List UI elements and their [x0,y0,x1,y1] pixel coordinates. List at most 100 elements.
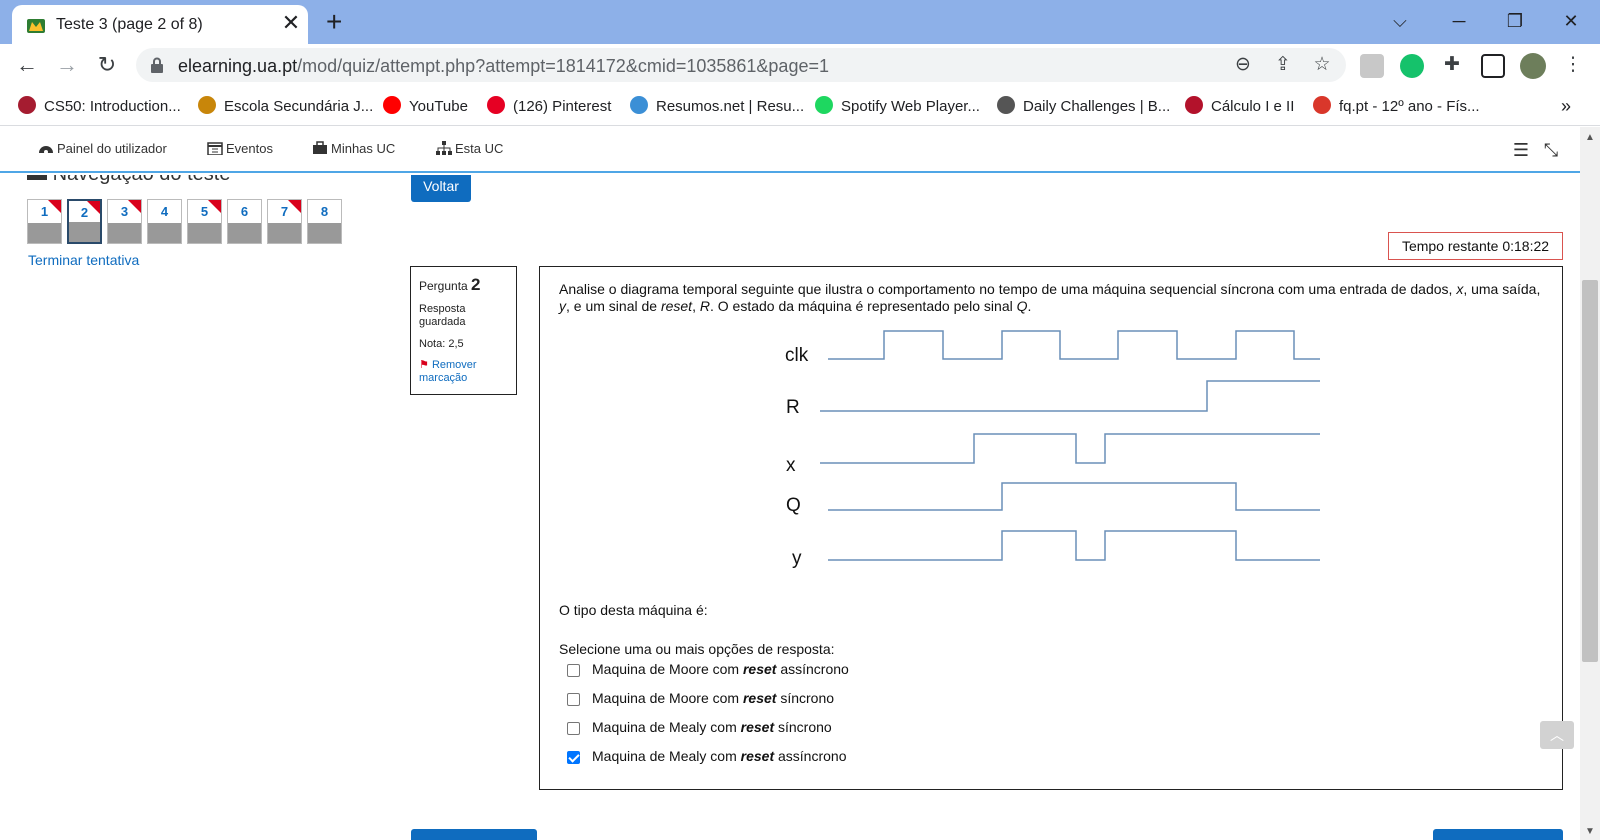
bookmark-label: Spotify Web Player... [841,98,980,115]
answer-checkbox[interactable] [567,751,580,764]
nav-events-label: Eventos [226,141,273,156]
bookmark-label: (126) Pinterest [513,98,612,115]
bookmark-item[interactable]: Resumos.net | Resu... [630,96,804,116]
bookmark-item[interactable]: Cálculo I e II [1185,96,1294,116]
bookmark-item[interactable]: Escola Secundária J... [198,96,373,116]
minimize-icon[interactable]: ─ [1444,6,1474,36]
question-number-value: 2 [471,275,481,294]
nav-dashboard-label: Painel do utilizador [57,141,167,156]
back-to-top-button[interactable]: ︿ [1540,721,1574,749]
bookmark-star-icon[interactable]: ☆ [1311,54,1333,76]
flag-icon: ⚑ [419,359,429,371]
quiz-nav-button[interactable]: 8 [307,199,342,244]
finish-attempt-link[interactable]: Terminar tentativa [28,252,139,268]
bookmark-item[interactable]: Spotify Web Player... [815,96,980,116]
waveform-q [828,482,1320,511]
zoom-out-icon[interactable]: ⊖ [1232,54,1254,76]
block-drawer-icon[interactable]: ☰ [1510,139,1532,161]
share-icon[interactable]: ⇪ [1272,54,1294,76]
answer-label-part: Maquina de Mealy com [592,719,741,735]
grammarly-icon[interactable] [1400,54,1424,78]
arrow-up-icon: ︿ [1550,727,1564,743]
waveform-clk [828,330,1320,360]
bookmark-favicon-icon [997,96,1015,114]
quiz-page: ▬ Navegação do teste 12345678 Terminar t… [0,175,1580,840]
quiz-nav-number: 6 [240,204,249,219]
browser-toolbar: ← → ↻ elearning.ua.pt/mod/quiz/attempt.p… [0,44,1600,86]
quiz-nav-button[interactable]: 7 [267,199,302,244]
bookmarks-overflow-icon[interactable]: » [1561,96,1571,116]
back-arrow-icon[interactable]: ← [12,50,42,80]
quiz-navigation-title: ▬ Navegação do teste [27,175,230,186]
quiz-nav-button[interactable]: 1 [27,199,62,244]
quiz-nav-button[interactable]: 5 [187,199,222,244]
question-content: Analise o diagrama temporal seguinte que… [539,266,1563,790]
profile-avatar[interactable] [1520,53,1546,79]
bookmark-favicon-icon [383,96,401,114]
answer-label: Maquina de Moore com reset síncrono [592,688,834,708]
new-tab-button[interactable]: + [326,8,342,36]
browser-tab[interactable]: Teste 3 (page 2 of 8) ✕ [12,5,308,44]
address-bar[interactable]: elearning.ua.pt/mod/quiz/attempt.php?att… [136,48,1346,82]
more-menu-icon[interactable]: ⋮ [1562,54,1584,76]
quiz-nav-button[interactable]: 6 [227,199,262,244]
quiz-navigation-title-text: Navegação do teste [53,175,231,185]
answer-checkbox[interactable] [567,664,580,677]
quiz-nav-button[interactable]: 2 [67,199,102,244]
lock-icon [151,57,163,73]
answer-label-part: assíncrono [776,661,849,677]
extension-icon[interactable] [1360,54,1384,78]
reload-icon[interactable]: ↻ [92,50,122,80]
bookmark-label: Daily Challenges | B... [1023,98,1171,115]
nav-dashboard[interactable]: Painel do utilizador [38,141,167,156]
scroll-down-icon[interactable]: ▼ [1582,826,1598,840]
quiz-nav-status [69,222,100,242]
flag-corner-icon [128,200,141,213]
quiz-nav-status [268,223,301,243]
quiz-nav-button[interactable]: 3 [107,199,142,244]
flag-corner-icon [208,200,221,213]
moodle-navbar: Painel do utilizador Eventos Minhas UC E… [0,127,1580,173]
question-text-part: Analise o diagrama temporal seguinte que… [559,281,1457,297]
bookmark-item[interactable]: CS50: Introduction... [18,96,181,116]
sitemap-icon [436,141,452,155]
answer-label: Maquina de Moore com reset assíncrono [592,659,849,679]
answer-checkbox[interactable] [567,693,580,706]
bookmark-item[interactable]: fq.pt - 12º ano - Fís... [1313,96,1480,116]
scrollbar-thumb[interactable] [1582,280,1598,662]
bookmark-favicon-icon [815,96,833,114]
back-button[interactable]: Voltar [411,175,471,202]
quiz-nav-button[interactable]: 4 [147,199,182,244]
remove-flag-link[interactable]: ⚑ Remover marcação [419,359,508,385]
question-text-var: Q [1016,298,1028,314]
bookmark-favicon-icon [18,96,36,114]
dashboard-icon [39,146,53,154]
next-page-button[interactable] [1433,829,1563,840]
bookmark-item[interactable]: (126) Pinterest [487,96,611,116]
scroll-up-icon[interactable]: ▲ [1582,132,1598,146]
answer-label-emphasis: reset [740,748,775,764]
bookmark-favicon-icon [487,96,505,114]
puzzle-extensions-icon[interactable]: ✚ [1441,54,1463,76]
close-tab-icon[interactable]: ✕ [280,12,302,34]
previous-page-button[interactable] [411,829,537,840]
list-icon: ▬ [27,175,53,185]
restore-icon[interactable]: ❐ [1500,6,1530,36]
question-text-var: reset [660,298,693,314]
answer-checkbox[interactable] [567,722,580,735]
compress-icon[interactable]: ⤡ [1540,139,1562,161]
bookmark-label: CS50: Introduction... [44,98,181,115]
tab-title: Teste 3 (page 2 of 8) [56,16,203,33]
tab-search-icon[interactable]: ⌵ [1385,6,1415,36]
bookmark-item[interactable]: Daily Challenges | B... [997,96,1170,116]
bookmark-item[interactable]: YouTube [383,96,468,116]
nav-events[interactable]: Eventos [207,141,273,156]
nav-my-courses[interactable]: Minhas UC [312,141,395,156]
close-window-icon[interactable]: ✕ [1556,6,1586,36]
answer-label-part: síncrono [776,690,835,706]
question-text-part: , e um sinal de [566,298,661,314]
question-text-part: . [1027,298,1032,314]
forward-arrow-icon[interactable]: → [52,50,82,80]
nav-this-course[interactable]: Esta UC [436,141,503,156]
side-panel-icon[interactable] [1481,54,1505,78]
